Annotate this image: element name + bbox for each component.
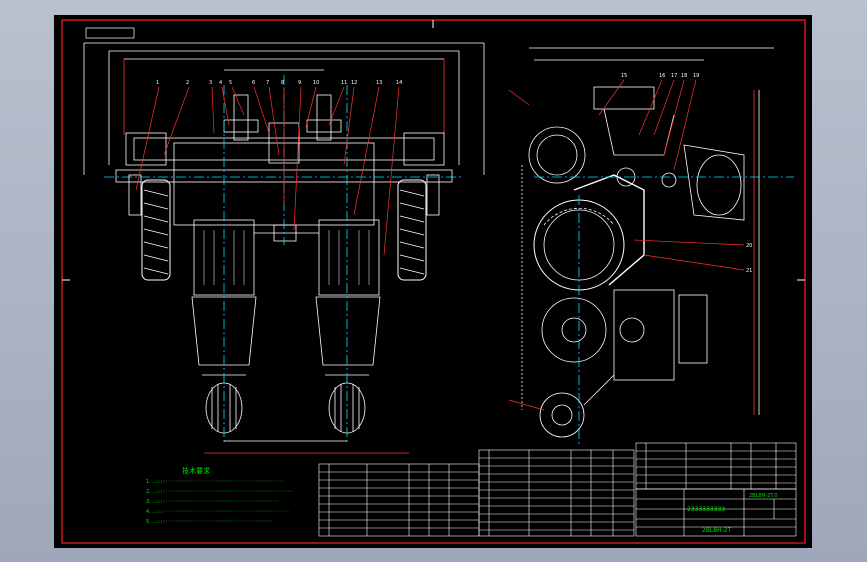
svg-text:21: 21 <box>746 268 752 274</box>
drawing-code-right: 2BL8H-2T.0 <box>749 493 778 499</box>
svg-text:13: 13 <box>376 80 382 86</box>
svg-text:4: 4 <box>219 80 222 86</box>
svg-text:8: 8 <box>281 80 284 86</box>
svg-text:3: 3 <box>209 80 212 86</box>
svg-text:12: 12 <box>351 80 357 86</box>
svg-text:2: 2 <box>186 80 189 86</box>
svg-text:15: 15 <box>621 73 627 79</box>
svg-text:1: 1 <box>156 80 159 86</box>
assembly-drawing: 123 456 789 10 11 12 13 14 15 16 17 18 1… <box>61 19 806 544</box>
svg-text:16: 16 <box>659 73 665 79</box>
leaders-front <box>135 86 400 256</box>
note-5: 5. …… <box>146 519 162 525</box>
svg-text:14: 14 <box>396 80 402 86</box>
note-2: 2. …… <box>146 489 162 495</box>
svg-text:7: 7 <box>266 80 269 86</box>
note-3: 3. …… <box>146 499 162 505</box>
note-1: 1. …… <box>146 479 162 485</box>
part-numbers-side: 15 16 17 18 19 20 21 <box>621 73 752 274</box>
corner-tag <box>85 27 135 39</box>
note-4: 4. …… <box>146 509 162 515</box>
svg-text:6: 6 <box>252 80 255 86</box>
drawing-code: 2BL8H-2T <box>702 527 732 534</box>
part-numbers-front: 123 456 789 10 11 12 13 14 <box>156 80 402 86</box>
svg-text:20: 20 <box>746 243 752 249</box>
svg-text:10: 10 <box>313 80 319 86</box>
drawing-frame <box>61 19 806 544</box>
svg-text:11: 11 <box>341 80 347 86</box>
side-view <box>521 47 794 445</box>
svg-text:9: 9 <box>298 80 301 86</box>
svg-text:17: 17 <box>671 73 677 79</box>
cad-viewport[interactable]: 123 456 789 10 11 12 13 14 15 16 17 18 1… <box>54 15 812 548</box>
svg-text:19: 19 <box>693 73 699 79</box>
svg-text:5: 5 <box>229 80 232 86</box>
svg-text:18: 18 <box>681 73 687 79</box>
drawing-name: 2333333333 <box>687 506 725 513</box>
parts-list <box>318 442 797 537</box>
technical-notes: 技术要求 1. …… 2. …… 3. …… 4. …… 5. …… <box>146 466 294 525</box>
notes-heading: 技术要求 <box>182 466 210 475</box>
